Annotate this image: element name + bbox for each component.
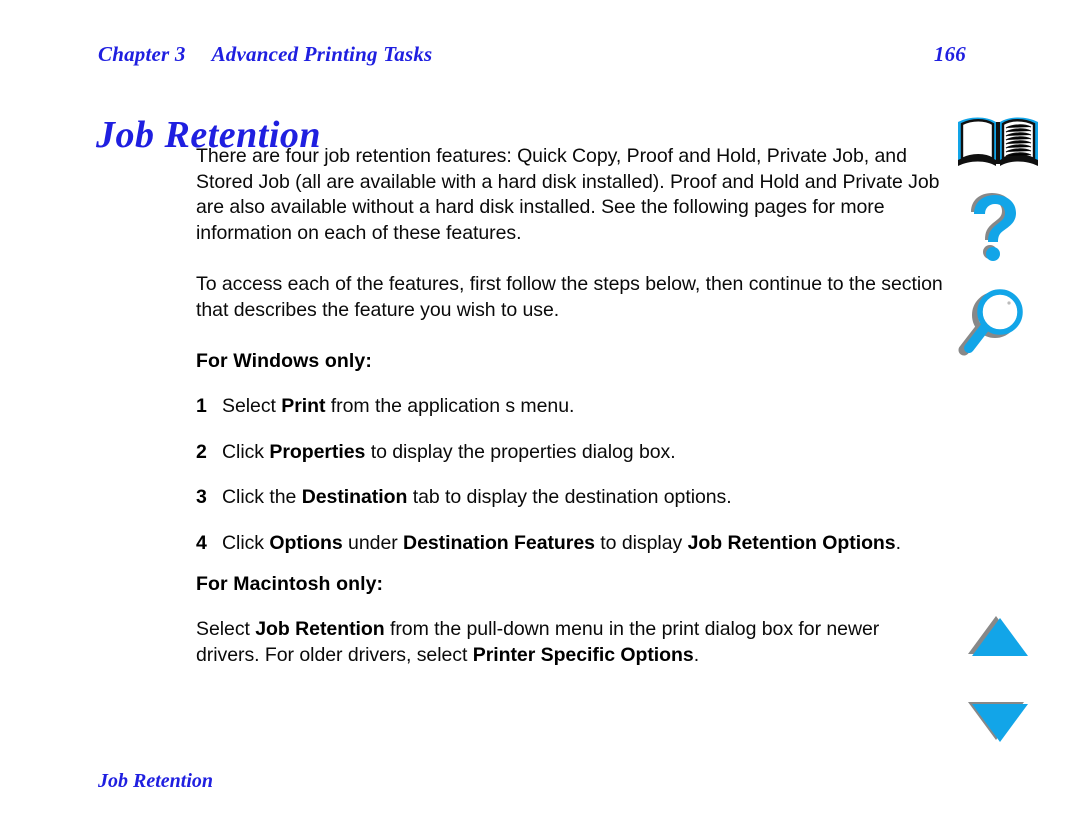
intro-paragraph-1: There are four job retention features: Q… (196, 145, 940, 244)
step-number: 1 (196, 395, 207, 417)
intro-paragraph-2: To access each of the features, first fo… (196, 273, 943, 321)
page-content: There are four job retention features: Q… (196, 144, 948, 668)
navigation-icon-rail (950, 0, 1080, 834)
windows-section-heading: For Windows only: (196, 350, 372, 372)
step-text-tail: tab to display the destination options. (407, 486, 732, 508)
book-icon[interactable] (950, 114, 1054, 172)
step-item-3: 3 Click the Destination tab to display t… (196, 485, 948, 511)
step-text-mid-1: under (342, 531, 404, 554)
step-text-lead: Click (222, 440, 270, 463)
step-text-lead: Click the (222, 486, 302, 508)
running-header: Chapter 3 Advanced Printing Tasks 166 (98, 42, 988, 72)
step-text-tail: to display the properties dialog box. (365, 440, 676, 463)
step-text: Select Print from the application s menu… (222, 394, 948, 420)
mac-text-tail: . (693, 643, 700, 666)
magnifier-icon[interactable] (950, 286, 1054, 362)
header-chapter-label: Chapter 3 (98, 42, 186, 66)
step-text-tail: . (895, 531, 901, 554)
step-text-tail: from the application s menu. (325, 395, 575, 417)
step-text-lead: Click (222, 531, 270, 554)
macintosh-paragraph: Select Job Retention from the pull-down … (196, 617, 948, 668)
mac-emphasis-printer-specific-options: Printer Specific Options (472, 643, 694, 666)
step-text: Click Properties to display the properti… (222, 440, 948, 466)
step-emphasis-print: Print (281, 395, 326, 417)
step-text: Click the Destination tab to display the… (222, 485, 948, 511)
step-emphasis-destination: Destination (301, 486, 408, 508)
step-text-lead: Select (222, 395, 282, 417)
header-section-title: Advanced Printing Tasks (211, 42, 433, 66)
macintosh-section-heading: For Macintosh only: (196, 573, 384, 595)
mac-emphasis-job-retention: Job Retention (255, 618, 385, 640)
step-emphasis-properties: Properties (269, 440, 366, 463)
step-item-1: 1 Select Print from the application s me… (196, 394, 948, 420)
triangle-up-icon[interactable] (950, 614, 1054, 664)
step-number: 2 (196, 440, 207, 463)
triangle-down-icon[interactable] (950, 698, 1054, 748)
step-emphasis-job-retention-options: Job Retention Options (687, 531, 896, 554)
step-item-2: 2 Click Properties to display the proper… (196, 440, 948, 466)
mac-text-lead: Select (196, 618, 256, 640)
question-mark-icon[interactable] (950, 192, 1054, 266)
manual-page: Chapter 3 Advanced Printing Tasks 166 Jo… (0, 0, 1080, 834)
running-footer-section-label: Job Retention (98, 770, 214, 792)
step-text-mid-2: to display (594, 531, 688, 554)
step-number: 4 (196, 531, 207, 554)
step-emphasis-destination-features: Destination Features (403, 531, 595, 554)
step-item-4: 4 Click Options under Destination Featur… (196, 531, 948, 557)
step-emphasis-options: Options (269, 531, 343, 554)
step-text: Click Options under Destination Features… (222, 531, 948, 557)
step-number: 3 (196, 486, 207, 508)
